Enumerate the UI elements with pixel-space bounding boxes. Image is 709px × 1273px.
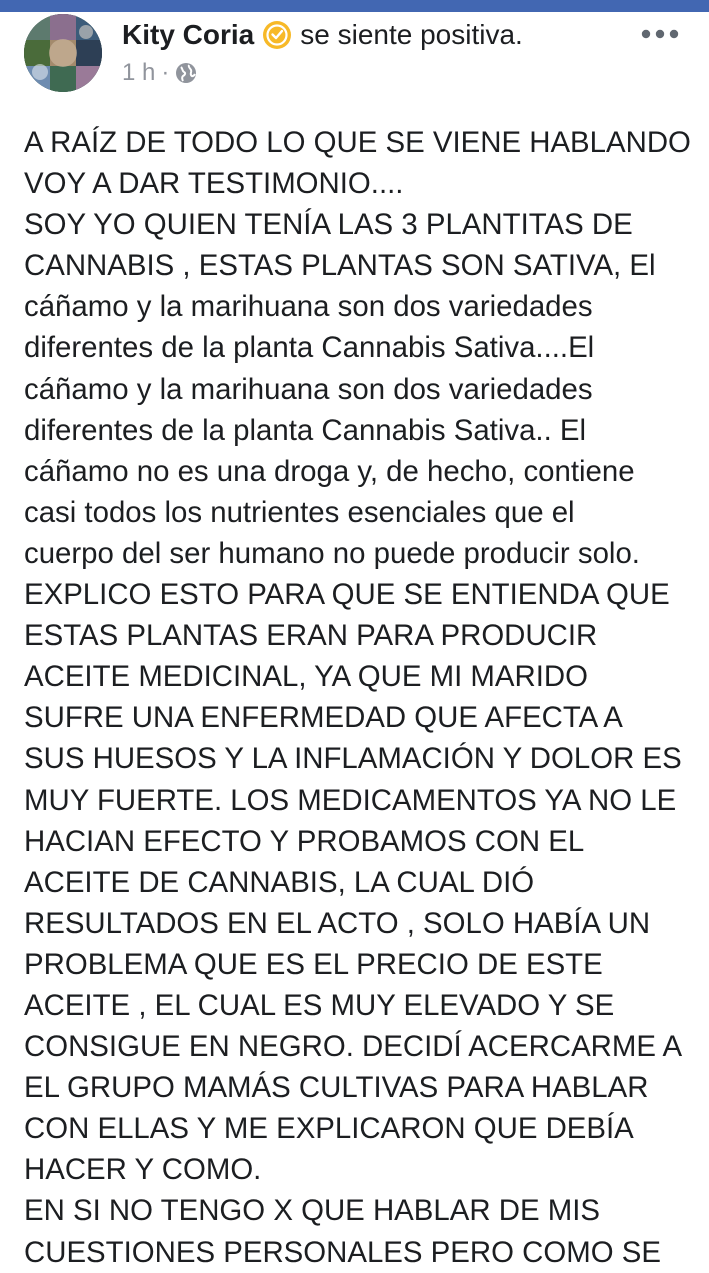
post-text-line: EXPLICO ESTO PARA QUE SE ENTIENDA QUE [24, 578, 670, 612]
post-text-line: ACEITE MEDICINAL, YA QUE MI MARIDO [24, 660, 588, 694]
post-text-line: cáñamo y la marihuana son dos variedades [24, 290, 593, 324]
post-text-line: CANNABIS , ESTAS PLANTAS SON SATIVA, El [24, 249, 656, 283]
post-text-line: CON ELLAS Y ME EXPLICARON QUE DEBÍA [24, 1112, 634, 1146]
post-header: Kity Coria se siente positiva. [122, 18, 523, 52]
post-text-line: HACIAN EFECTO Y PROBAMOS CON EL [24, 824, 585, 858]
more-icon [641, 29, 679, 39]
meta-separator: · [161, 59, 170, 86]
post-text-line: cuerpo del ser humano no puede producir … [24, 536, 640, 570]
post-meta: 1 h · [122, 58, 197, 88]
post-text-line: cáñamo y la marihuana son dos variedades [24, 372, 593, 406]
author-name[interactable]: Kity Coria [122, 19, 254, 51]
globe-icon[interactable] [175, 62, 197, 84]
post-text-line: diferentes de la planta Cannabis Sativa.… [24, 413, 587, 447]
post-text-line: HACER Y COMO. [24, 1153, 262, 1187]
feeling-status: se siente positiva. [300, 19, 523, 50]
post-text-line: SUFRE UNA ENFERMEDAD QUE AFECTA A [24, 701, 623, 735]
post-text-line: EL GRUPO MAMÁS CULTIVAS PARA HABLAR [24, 1071, 649, 1105]
post-text-line: A RAÍZ DE TODO LO QUE SE VIENE HABLANDO [24, 126, 691, 159]
post-text-line: RESULTADOS EN EL ACTO , SOLO HABÍA UN [24, 906, 651, 940]
feed-post: Kity Coria se siente positiva. 1 h · A R… [0, 12, 709, 1269]
post-text-line: ACEITE , EL CUAL ES MUY ELEVADO Y SE [24, 988, 615, 1022]
app-top-bar [0, 0, 709, 12]
post-text-line: SUS HUESOS Y LA INFLAMACIÓN Y DOLOR ES [24, 742, 682, 776]
post-text-line: diferentes de la planta Cannabis Sativa.… [24, 331, 595, 365]
smiley-icon [262, 20, 292, 50]
post-text-line: CONSIGUE EN NEGRO. DECIDÍ ACERCARME A [24, 1030, 683, 1064]
post-text-line: SOY YO QUIEN TENÍA LAS 3 PLANTITAS DE [24, 208, 633, 242]
post-text-line: ESTAS PLANTAS ERAN PARA PRODUCIR [24, 619, 598, 653]
post-text-line: casi todos los nutrientes esenciales que… [24, 495, 575, 529]
post-text-line: VOY A DAR TESTIMONIO.... [24, 167, 404, 201]
post-timestamp[interactable]: 1 h [122, 59, 155, 87]
post-text-line: cáñamo no es una droga y, de hecho, cont… [24, 454, 635, 488]
post-text-line: MUY FUERTE. LOS MEDICAMENTOS YA NO LE [24, 783, 677, 817]
post-text-line: ACEITE DE CANNABIS, LA CUAL DIÓ [24, 865, 535, 899]
post-menu-button[interactable] [639, 24, 681, 44]
post-text-line: EN SI NO TENGO X QUE HABLAR DE MIS [24, 1194, 600, 1228]
post-text-line: PROBLEMA QUE ES EL PRECIO DE ESTE [24, 947, 603, 981]
author-avatar[interactable] [24, 14, 102, 92]
post-text-line: CUESTIONES PERSONALES PERO COMO SE [24, 1235, 661, 1269]
post-body: A RAÍZ DE TODO LO QUE SE VIENE HABLANDO V… [24, 122, 704, 1273]
